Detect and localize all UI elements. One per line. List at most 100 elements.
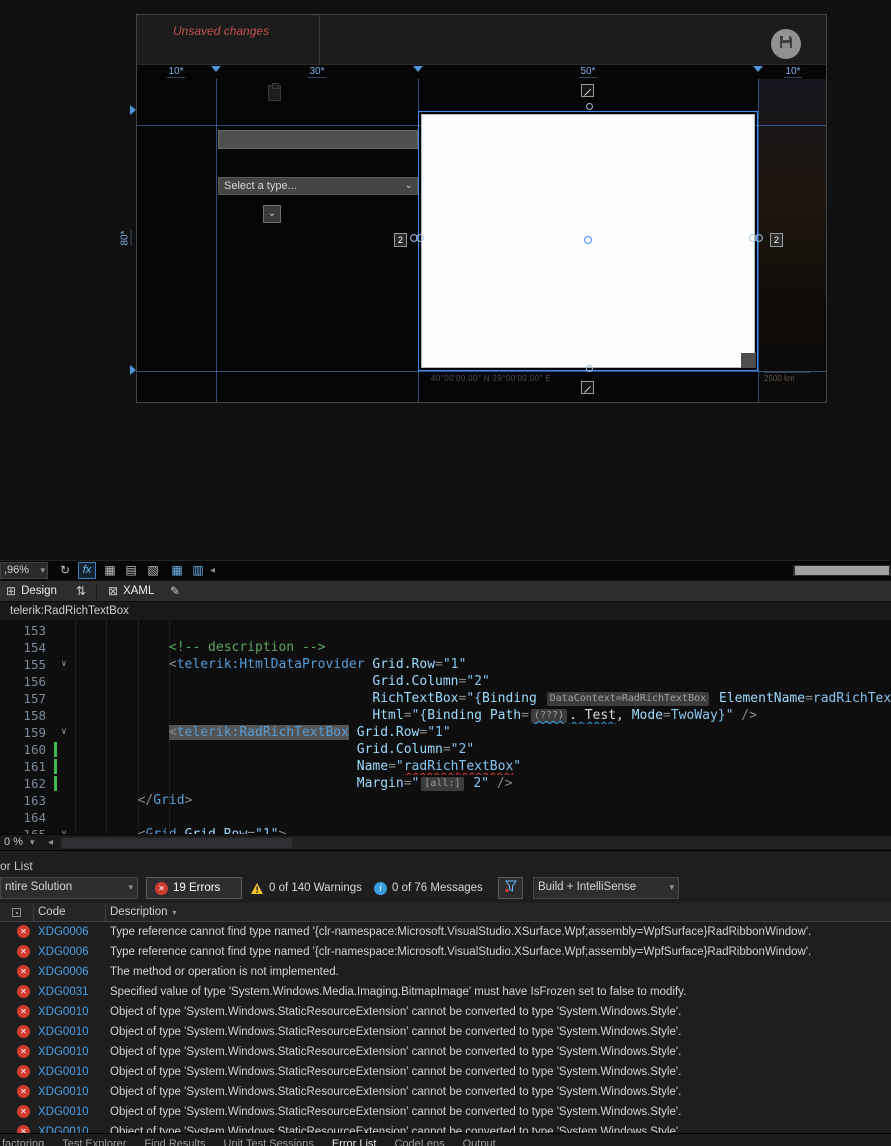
designer-dropdown-button[interactable]: ⌄ [263, 205, 281, 223]
bottom-tab-unit-test-sessions[interactable]: Unit Test Sessions [224, 1137, 314, 1146]
grid-row-size-label[interactable]: 80* [119, 230, 132, 246]
error-row[interactable]: ✕ XDG0010 Object of type 'System.Windows.S… [0, 1062, 891, 1082]
grid-column-size-label[interactable]: 10* [167, 66, 185, 78]
code-line[interactable]: 156 Grid.Column="2" [0, 673, 891, 690]
design-surface[interactable]: Select a type... ⌄ ⌄ 2 2 40°00'00.00" N … [137, 79, 826, 402]
tab-design[interactable]: ⊞ Design [6, 584, 57, 598]
code-line[interactable]: 160 Grid.Column="2" [0, 741, 891, 758]
code-line[interactable]: 164 [0, 809, 891, 826]
xaml-tab-label: XAML [123, 585, 155, 597]
column-splitter-marker[interactable] [413, 66, 423, 72]
edit-button[interactable]: ✎ [170, 584, 185, 598]
error-icon: ✕ [17, 1125, 30, 1133]
code-line[interactable]: 163 </Grid> [0, 792, 891, 809]
code-line[interactable]: 161 Name="radRichTextBox" [0, 758, 891, 775]
scroll-left-icon[interactable]: ◂ [48, 837, 53, 848]
grid-thumbnails-icon[interactable]: ▦ [101, 562, 119, 579]
code-line[interactable]: 153 [0, 622, 891, 639]
snap-gridlines-icon[interactable]: ▥ [189, 562, 207, 579]
error-row[interactable]: ✕ XDG0006 Type reference cannot find type … [0, 922, 891, 942]
save-button[interactable] [771, 29, 801, 59]
scrollbar-thumb[interactable] [62, 838, 292, 848]
snap-grid-icon[interactable]: ▦ [168, 562, 186, 579]
grid-column-size-label[interactable]: 10* [784, 66, 802, 78]
designer-combobox[interactable]: Select a type... ⌄ [218, 177, 418, 195]
fold-chevron-icon[interactable]: ∨ [58, 826, 70, 834]
editor-horizontal-scrollbar[interactable] [60, 837, 891, 849]
error-row[interactable]: ✕ XDG0010 Object of type 'System.Windows.S… [0, 1082, 891, 1102]
error-row[interactable]: ✕ XDG0010 Object of type 'System.Windows.S… [0, 1122, 891, 1133]
code-text: Grid.Column="2" [372, 674, 490, 689]
error-code: XDG0010 [38, 1126, 89, 1133]
designer-textbox[interactable] [218, 130, 418, 149]
image-icon[interactable]: ▧ [144, 562, 162, 579]
chevron-down-icon: ▾ [30, 837, 35, 847]
error-row[interactable]: ✕ XDG0010 Object of type 'System.Windows.S… [0, 1022, 891, 1042]
zoom-combo[interactable]: ,96% ▾ [0, 562, 48, 579]
errors-filter-button[interactable]: ✕ 19 Errors [146, 877, 242, 899]
view-switch-bar: ⊞ Design ⇅ ⊠ XAML ✎ [0, 580, 891, 601]
error-row[interactable]: ✕ XDG0010 Object of type 'System.Windows.S… [0, 1002, 891, 1022]
bottom-tab-codelens[interactable]: CodeLens [394, 1137, 444, 1146]
code-line[interactable]: 155 ∨ <telerik:HtmlDataProvider Grid.Row="… [0, 656, 891, 673]
bottom-tab-factoring[interactable]: factoring [2, 1137, 44, 1146]
source-filter-dropdown[interactable]: Build + IntelliSense ▾ [533, 877, 679, 899]
bottom-tab-test-explorer[interactable]: Test Explorer [62, 1137, 126, 1146]
scope-filter-dropdown[interactable]: ntire Solution ▾ [0, 877, 138, 899]
code-line[interactable]: 154 <!-- description --> [0, 639, 891, 656]
anchor-chain-left-icon[interactable] [409, 231, 425, 243]
xaml-editor[interactable]: 153 154 <!-- description --> 155 ∨ <telerik:H… [0, 620, 891, 834]
error-row[interactable]: ✕ XDG0010 Object of type 'System.Windows.S… [0, 1102, 891, 1122]
scrollbar-thumb[interactable] [795, 566, 889, 575]
collapse-left-icon[interactable]: ◂ [210, 565, 215, 576]
design-artboard[interactable]: Unsaved changes 10* 30* 50* 10* Select a… [136, 14, 827, 403]
messages-filter-button[interactable]: i 0 of 76 Messages [374, 877, 483, 899]
severity-column-header[interactable] [0, 903, 34, 922]
grid-column-size-label[interactable]: 50* [579, 66, 597, 78]
center-anchor-icon[interactable] [584, 236, 592, 244]
code-column-header[interactable]: Code [34, 903, 106, 922]
filter-arrow-icon[interactable]: ▾ [173, 908, 177, 917]
line-number: 153 [23, 623, 46, 638]
error-icon: ✕ [17, 925, 30, 938]
code-text: Grid.Column="2" [356, 742, 475, 757]
bottom-anchor-point-icon[interactable] [586, 365, 593, 372]
grid-column-size-label[interactable]: 30* [308, 66, 326, 78]
error-row[interactable]: ✕ XDG0031 Specified value of type 'System.… [0, 982, 891, 1002]
error-row[interactable]: ✕ XDG0006 Type reference cannot find type … [0, 942, 891, 962]
bottom-tab-find-results[interactable]: Find Results [144, 1137, 205, 1146]
top-anchor-mode-icon[interactable] [581, 84, 594, 97]
fold-chevron-icon[interactable]: ∨ [58, 724, 70, 741]
error-description: The method or operation is not implement… [110, 966, 339, 978]
editor-zoom-combo[interactable]: 0 % ▾ [4, 836, 35, 848]
swap-panes-button[interactable]: ⇅ [76, 584, 91, 598]
filter-button[interactable] [498, 877, 523, 899]
effects-button[interactable]: fx [78, 562, 96, 579]
messages-count-label: 0 of 76 Messages [392, 882, 483, 894]
code-line[interactable]: 157 RichTextBox="{Binding DataContext=Rad… [0, 690, 891, 707]
column-splitter-marker[interactable] [753, 66, 763, 72]
grid-details-icon[interactable]: ▤ [122, 562, 140, 579]
code-line[interactable]: 165 ∨ <Grid Grid.Row="1"> [0, 826, 891, 834]
code-line[interactable]: 159 ∨ <telerik:RadRichTextBox Grid.Row="1" [0, 724, 891, 741]
column-splitter-marker[interactable] [211, 66, 221, 72]
breadcrumb-element[interactable]: telerik:RadRichTextBox [10, 605, 129, 617]
bottom-tab-output[interactable]: Output [463, 1137, 496, 1146]
top-anchor-point-icon[interactable] [586, 103, 593, 110]
code-line[interactable]: 158 Html="{Binding Path= (???). Test, Mode… [0, 707, 891, 724]
margin-right-badge[interactable]: 2 [770, 233, 783, 247]
fold-chevron-icon[interactable]: ∨ [58, 656, 70, 673]
pane-divider[interactable] [96, 584, 97, 599]
error-row[interactable]: ✕ XDG0010 Object of type 'System.Windows.S… [0, 1042, 891, 1062]
designer-horizontal-scrollbar[interactable] [793, 565, 891, 576]
refresh-icon[interactable]: ↻ [56, 562, 74, 579]
bottom-tab-error-list[interactable]: Error List [332, 1137, 377, 1146]
resize-grip[interactable] [741, 353, 756, 368]
code-line[interactable]: 162 Margin=" [all:] 2" /> [0, 775, 891, 792]
error-row[interactable]: ✕ XDG0006 The method or operation is not i… [0, 962, 891, 982]
tab-xaml[interactable]: ⊠ XAML [108, 584, 154, 598]
margin-left-badge[interactable]: 2 [394, 233, 407, 247]
warnings-filter-button[interactable]: 0 of 140 Warnings [250, 877, 362, 899]
anchor-chain-right-icon[interactable] [748, 231, 764, 243]
description-column-header[interactable]: Description ▾ [106, 903, 891, 922]
